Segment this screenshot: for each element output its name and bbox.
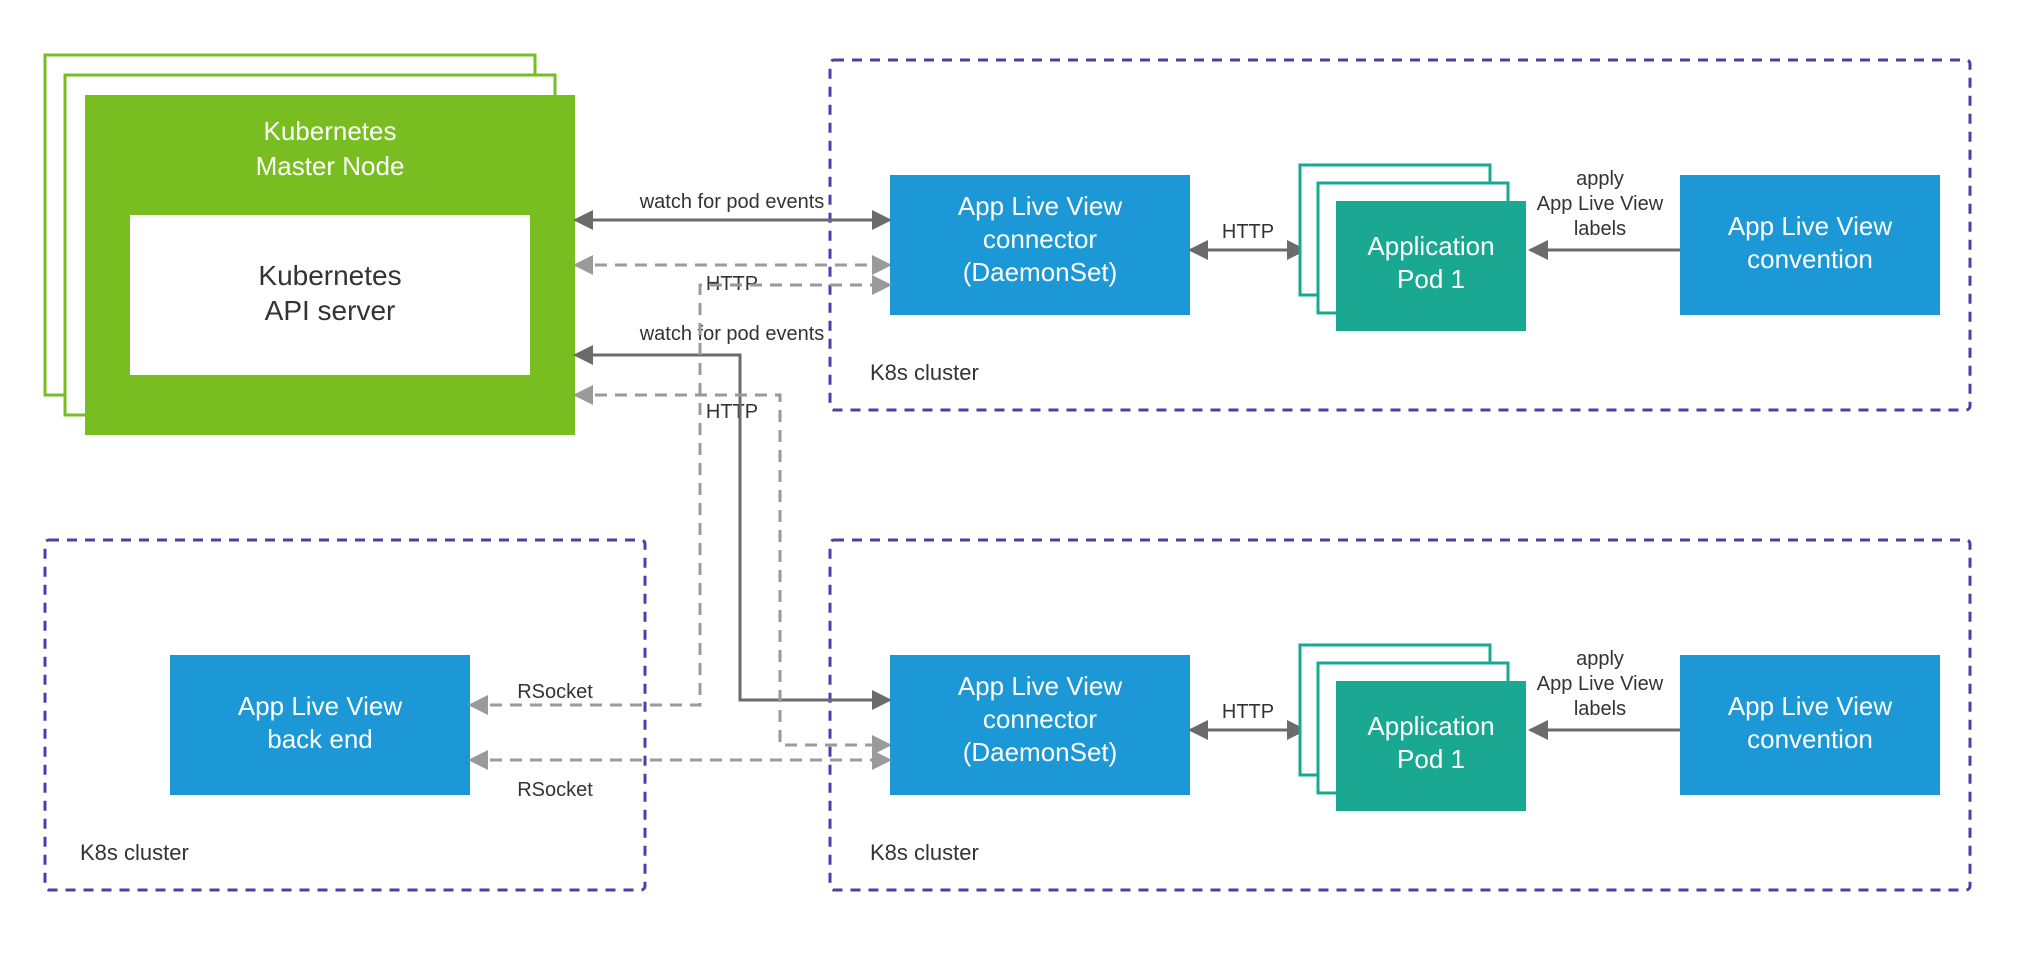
connector-top-l3: (DaemonSet)	[963, 257, 1118, 287]
connector-bot-l3: (DaemonSet)	[963, 737, 1118, 767]
svg-text:apply: apply	[1576, 648, 1624, 670]
conv-bot-l1: App Live View	[1728, 691, 1893, 721]
connector-bot-l1: App Live View	[958, 671, 1123, 701]
master-node-label-line1: Kubernetes	[264, 116, 397, 146]
edge-label-rsocket-top: RSocket	[517, 681, 593, 703]
edge-apply-labels-bottom-text: apply App Live View labels	[1537, 648, 1664, 720]
edge-label-watch-top: watch for pod events	[639, 191, 825, 213]
cluster-label-bottom-left: K8s cluster	[80, 840, 189, 865]
api-server-label-line2: API server	[265, 295, 396, 326]
svg-text:apply: apply	[1576, 168, 1624, 190]
api-server-label-line1: Kubernetes	[258, 260, 401, 291]
edge-label-watch-bottom: watch for pod events	[639, 323, 825, 345]
backend-l1: App Live View	[238, 691, 403, 721]
application-pod-top: Application Pod 1	[1300, 165, 1526, 331]
pod-top-l1: Application	[1367, 231, 1494, 261]
connector-box-top: App Live View connector (DaemonSet)	[890, 175, 1190, 315]
edge-apply-labels-top-text: apply App Live View labels	[1537, 168, 1664, 240]
convention-box-top: App Live View convention	[1680, 175, 1940, 315]
master-node-label-line2: Master Node	[256, 151, 405, 181]
backend-l2: back end	[267, 724, 373, 754]
cluster-label-top: K8s cluster	[870, 360, 979, 385]
edge-label-http-pod-top: HTTP	[1222, 221, 1274, 243]
svg-text:labels: labels	[1574, 698, 1626, 720]
connector-top-l2: connector	[983, 224, 1098, 254]
convention-box-bottom: App Live View convention	[1680, 655, 1940, 795]
edge-label-http-bottom: HTTP	[706, 401, 758, 423]
connector-box-bottom: App Live View connector (DaemonSet)	[890, 655, 1190, 795]
architecture-diagram: K8s cluster K8s cluster K8s cluster Kube…	[0, 0, 2022, 953]
svg-text:labels: labels	[1574, 218, 1626, 240]
pod-bot-l2: Pod 1	[1397, 744, 1465, 774]
connector-top-l1: App Live View	[958, 191, 1123, 221]
conv-top-l2: convention	[1747, 244, 1873, 274]
edge-label-http-pod-bottom: HTTP	[1222, 701, 1274, 723]
edge-http-bottom	[575, 395, 890, 745]
conv-top-l1: App Live View	[1728, 211, 1893, 241]
pod-top-l2: Pod 1	[1397, 264, 1465, 294]
cluster-label-bottom-right: K8s cluster	[870, 840, 979, 865]
svg-text:App Live View: App Live View	[1537, 673, 1664, 695]
conv-bot-l2: convention	[1747, 724, 1873, 754]
svg-text:App Live View: App Live View	[1537, 193, 1664, 215]
pod-bot-l1: Application	[1367, 711, 1494, 741]
connector-bot-l2: connector	[983, 704, 1098, 734]
backend-box: App Live View back end	[170, 655, 470, 795]
edge-label-rsocket-bottom: RSocket	[517, 779, 593, 801]
kubernetes-master-node: Kubernetes Master Node Kubernetes API se…	[45, 55, 575, 435]
application-pod-bottom: Application Pod 1	[1300, 645, 1526, 811]
